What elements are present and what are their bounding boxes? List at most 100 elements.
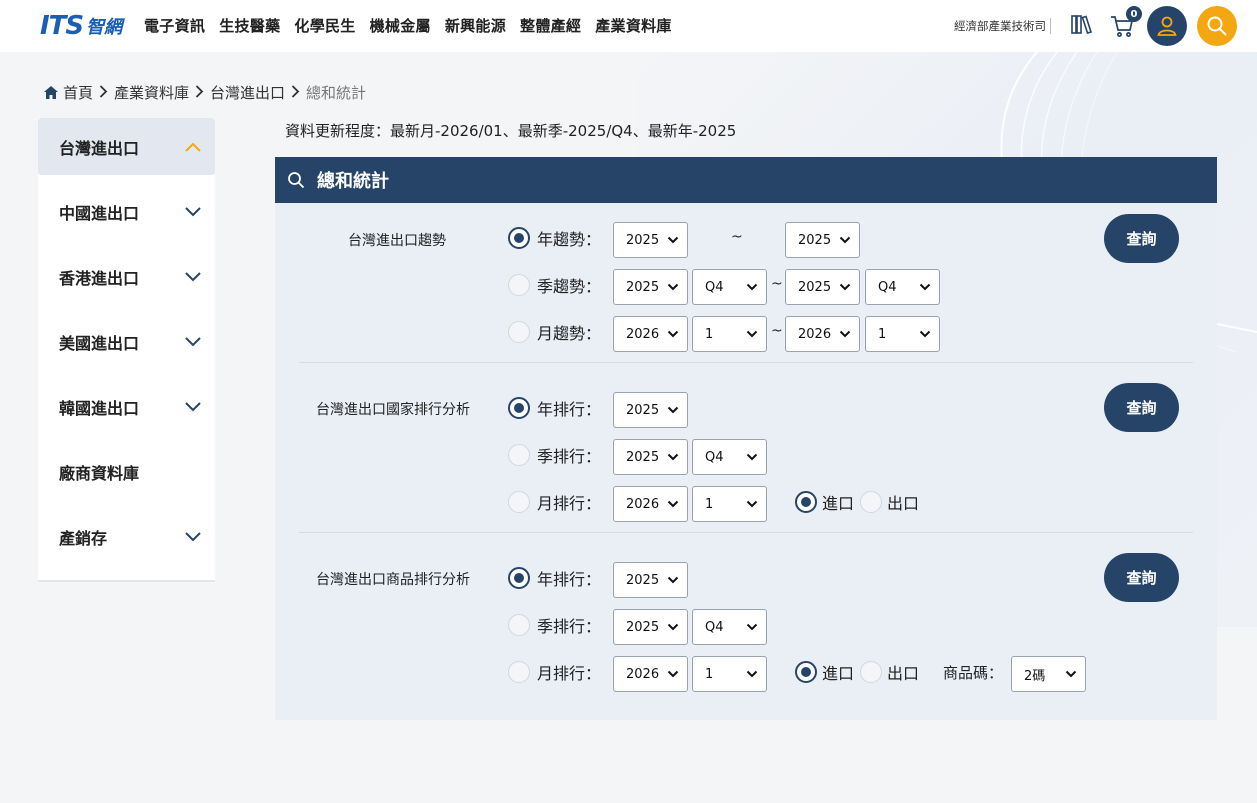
chevron-right-icon — [195, 84, 204, 102]
select-value: 2026 — [626, 496, 660, 512]
logo-cn-text: 智網 — [86, 17, 123, 38]
rank-season-year-select[interactable]: 2025 — [613, 439, 688, 475]
season-to-q-select[interactable]: Q4 — [865, 269, 940, 305]
import-radio[interactable] — [795, 491, 817, 513]
month-to-m-select[interactable]: 1 — [865, 316, 940, 352]
import-option[interactable]: 進口 — [795, 484, 857, 520]
user-button[interactable] — [1147, 6, 1187, 46]
season-product-radio[interactable] — [508, 614, 530, 636]
month-rank-radio[interactable] — [508, 491, 530, 513]
chevron-down-icon — [667, 404, 679, 416]
nav-item-economy[interactable]: 整體產經 — [520, 15, 581, 36]
range-tilde: ~ — [771, 276, 783, 292]
season-rank-radio[interactable] — [508, 444, 530, 466]
product-export-radio[interactable] — [860, 661, 882, 683]
rank-year-select[interactable]: 2025 — [613, 392, 688, 428]
season-from-year-select[interactable]: 2025 — [613, 269, 688, 305]
product-season-q-select[interactable]: Q4 — [692, 609, 767, 645]
books-icon[interactable] — [1070, 13, 1094, 41]
season-trend-radio[interactable] — [508, 274, 530, 296]
chevron-down-icon — [667, 498, 679, 510]
season-to-year-select[interactable]: 2025 — [785, 269, 860, 305]
year-rank-option[interactable]: 年排行： — [508, 390, 601, 426]
home-icon[interactable] — [44, 86, 58, 99]
export-radio[interactable] — [860, 491, 882, 513]
query-button-product[interactable]: 查詢 — [1104, 553, 1179, 602]
query-button-country[interactable]: 查詢 — [1104, 383, 1179, 432]
nav-item-industry-db[interactable]: 產業資料庫 — [595, 15, 672, 36]
sidebar-item-production[interactable]: 產銷存 — [38, 508, 215, 565]
month-product-option[interactable]: 月排行： — [508, 654, 601, 690]
breadcrumb-home[interactable]: 首頁 — [63, 82, 93, 103]
radio-label: 出口 — [887, 664, 920, 683]
breadcrumb-current: 總和統計 — [306, 84, 367, 102]
section-title: 台灣進出口趨勢 — [348, 233, 446, 249]
radio-label: 季趨勢： — [537, 277, 602, 296]
year-trend-radio[interactable] — [508, 227, 530, 249]
season-trend-option[interactable]: 季趨勢： — [508, 267, 601, 303]
product-import-option[interactable]: 進口 — [795, 654, 857, 690]
moea-link[interactable]: 經濟部產業技術司 — [954, 18, 1051, 34]
month-rank-option[interactable]: 月排行： — [508, 484, 601, 520]
rank-season-q-select[interactable]: Q4 — [692, 439, 767, 475]
year-rank-radio[interactable] — [508, 397, 530, 419]
product-export-option[interactable]: 出口 — [860, 654, 922, 690]
export-option[interactable]: 出口 — [860, 484, 922, 520]
radio-label: 出口 — [887, 494, 920, 513]
panel-title: 總和統計 — [317, 171, 389, 192]
chevron-down-icon — [667, 281, 679, 293]
select-value: 2025 — [798, 232, 832, 248]
radio-label: 年排行： — [537, 400, 602, 419]
sidebar-item-taiwan[interactable]: 台灣進出口 — [38, 118, 215, 175]
season-product-option[interactable]: 季排行： — [508, 607, 601, 643]
rank-month-year-select[interactable]: 2026 — [613, 486, 688, 522]
nav-item-chemical[interactable]: 化學民生 — [294, 15, 355, 36]
search-icon — [1207, 16, 1227, 36]
product-month-m-select[interactable]: 1 — [692, 656, 767, 692]
month-to-year-select[interactable]: 2026 — [785, 316, 860, 352]
chevron-down-icon — [746, 451, 758, 463]
nav-item-biotech[interactable]: 生技醫藥 — [219, 15, 280, 36]
site-logo[interactable]: ITS 智網 — [40, 10, 122, 42]
cart-count-badge: 0 — [1126, 6, 1142, 22]
stats-panel: 總和統計 台灣進出口趨勢 年趨勢： 2025 ~ 2025 查詢 季趨勢： 20… — [275, 157, 1217, 720]
season-from-q-select[interactable]: Q4 — [692, 269, 767, 305]
sidebar-item-china[interactable]: 中國進出口 — [38, 183, 215, 240]
month-product-radio[interactable] — [508, 661, 530, 683]
month-from-m-select[interactable]: 1 — [692, 316, 767, 352]
year-product-option[interactable]: 年排行： — [508, 560, 601, 596]
year-to-select[interactable]: 2025 — [785, 222, 860, 258]
nav-item-machinery[interactable]: 機械金屬 — [370, 15, 431, 36]
sidebar-item-company-db[interactable]: 廠商資料庫 — [38, 443, 215, 500]
product-code-select[interactable]: 2碼 — [1011, 656, 1086, 692]
year-from-select[interactable]: 2025 — [613, 222, 688, 258]
radio-label: 年趨勢： — [537, 230, 602, 249]
month-from-year-select[interactable]: 2026 — [613, 316, 688, 352]
sidebar-item-usa[interactable]: 美國進出口 — [38, 313, 215, 370]
rank-month-m-select[interactable]: 1 — [692, 486, 767, 522]
product-import-radio[interactable] — [795, 661, 817, 683]
year-product-radio[interactable] — [508, 567, 530, 589]
month-trend-option[interactable]: 月趨勢： — [508, 314, 601, 350]
select-value: Q4 — [705, 449, 724, 465]
select-value: 2026 — [798, 326, 832, 342]
breadcrumb-industry-db[interactable]: 產業資料庫 — [114, 82, 189, 103]
product-season-year-select[interactable]: 2025 — [613, 609, 688, 645]
panel-header: 總和統計 — [275, 157, 1217, 203]
year-trend-option[interactable]: 年趨勢： — [508, 220, 601, 256]
season-rank-option[interactable]: 季排行： — [508, 437, 601, 473]
chevron-down-icon — [839, 328, 851, 340]
header-search-button[interactable] — [1197, 6, 1237, 46]
nav-item-energy[interactable]: 新興能源 — [445, 15, 506, 36]
product-month-year-select[interactable]: 2026 — [613, 656, 688, 692]
radio-label: 月排行： — [537, 494, 602, 513]
product-year-select[interactable]: 2025 — [613, 562, 688, 598]
query-button-trend[interactable]: 查詢 — [1104, 214, 1179, 263]
sidebar-item-hongkong[interactable]: 香港進出口 — [38, 248, 215, 305]
nav-item-electronics[interactable]: 電子資訊 — [144, 15, 205, 36]
radio-label: 進口 — [822, 664, 855, 683]
breadcrumb-taiwan-trade[interactable]: 台灣進出口 — [210, 82, 285, 103]
sidebar-item-korea[interactable]: 韓國進出口 — [38, 378, 215, 435]
select-value: Q4 — [878, 279, 897, 295]
month-trend-radio[interactable] — [508, 321, 530, 343]
